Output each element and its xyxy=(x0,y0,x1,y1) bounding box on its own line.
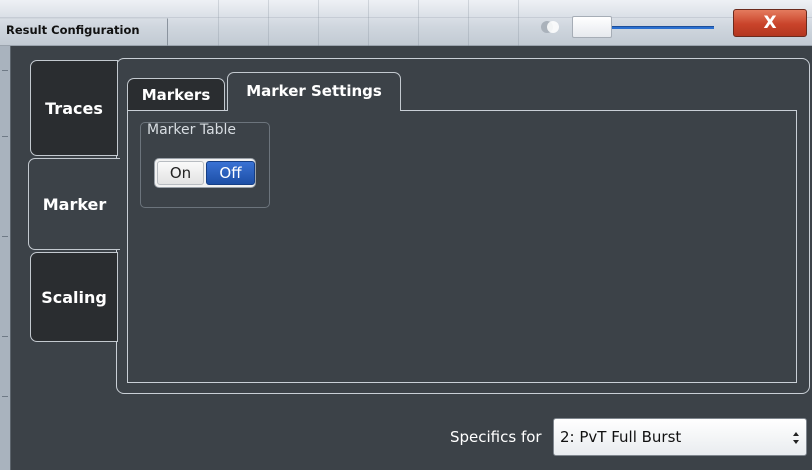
tab-marker-settings-label: Marker Settings xyxy=(246,82,382,100)
tab-marker-label: Marker xyxy=(42,194,107,214)
tab-traces[interactable]: Traces xyxy=(30,60,118,156)
marker-table-toggle[interactable]: On Off xyxy=(154,158,256,188)
transparency-icon xyxy=(541,21,559,33)
select-arrows-icon xyxy=(792,419,800,455)
background-gridline xyxy=(218,0,219,46)
specifics-select[interactable]: 2: PvT Full Burst xyxy=(553,418,807,456)
background-tick xyxy=(2,336,8,337)
close-button[interactable]: X xyxy=(733,9,807,37)
marker-table-label: Marker Table xyxy=(147,122,237,138)
background-gridline xyxy=(268,0,269,46)
background-gridline xyxy=(418,0,419,46)
window-title: Result Configuration xyxy=(6,23,140,37)
tab-marker[interactable]: Marker xyxy=(28,158,120,250)
transparency-slider-track[interactable] xyxy=(612,26,714,29)
tab-scaling-label: Scaling xyxy=(41,287,107,307)
transparency-slider-handle[interactable] xyxy=(572,16,612,38)
specifics-select-value: 2: PvT Full Burst xyxy=(560,428,682,446)
background-strip xyxy=(0,46,10,470)
background-gridline xyxy=(468,0,469,46)
background-tick xyxy=(2,396,8,397)
background-tick xyxy=(2,136,8,137)
background-tick xyxy=(2,70,8,71)
tab-markers-label: Markers xyxy=(141,85,211,104)
specifics-label: Specifics for xyxy=(450,428,542,446)
marker-table-off-button[interactable]: Off xyxy=(206,161,255,185)
marker-table-on-button[interactable]: On xyxy=(157,161,204,185)
background-gridline xyxy=(368,0,369,46)
background-gridline xyxy=(318,0,319,46)
tab-scaling[interactable]: Scaling xyxy=(30,252,118,342)
close-icon: X xyxy=(763,13,777,33)
tab-traces-label: Traces xyxy=(45,98,103,118)
tab-markers[interactable]: Markers xyxy=(127,78,225,110)
background-tick xyxy=(2,236,8,237)
background-gridline xyxy=(518,0,519,46)
title-bar: Result Configuration X xyxy=(0,0,812,46)
tab-marker-settings[interactable]: Marker Settings xyxy=(227,72,401,111)
